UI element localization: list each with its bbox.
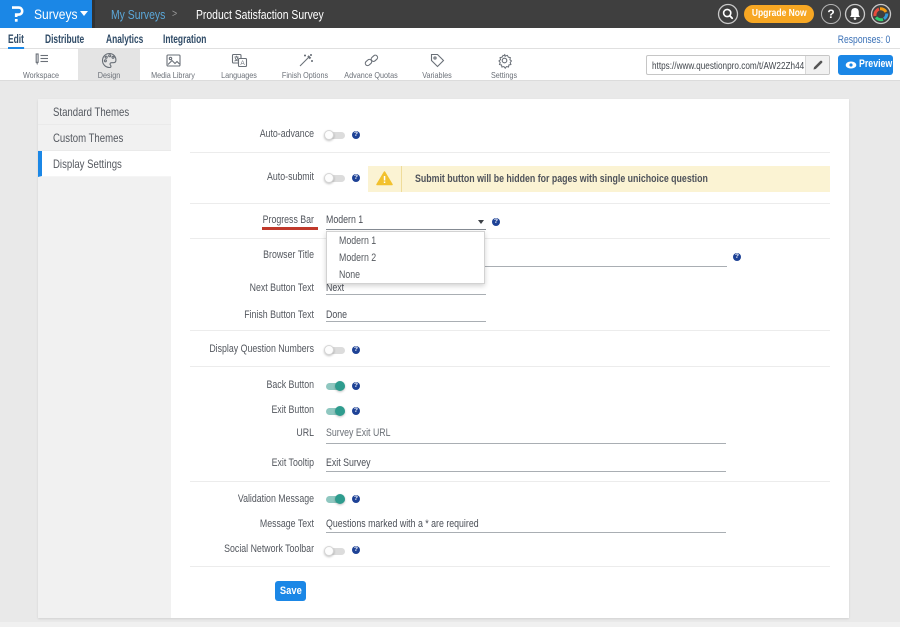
svg-text:A: A [240, 60, 245, 67]
